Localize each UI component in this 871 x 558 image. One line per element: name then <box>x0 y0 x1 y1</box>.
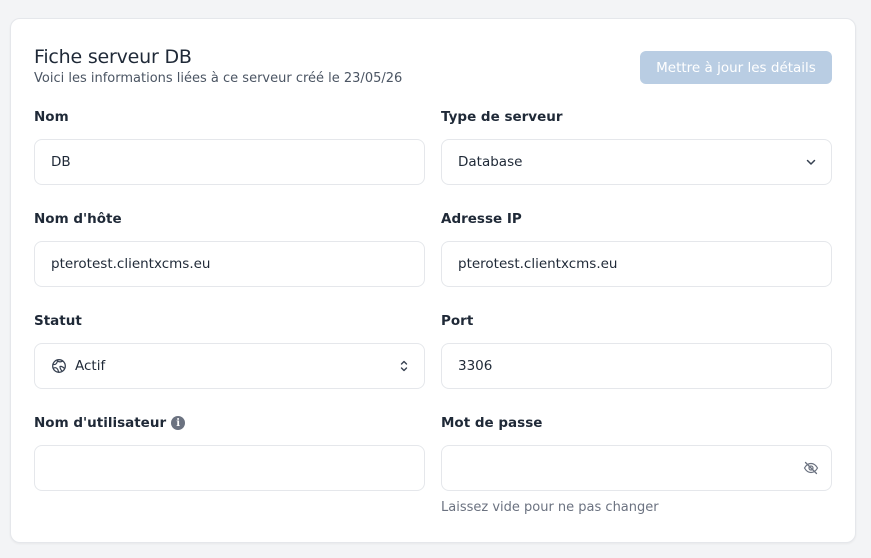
password-label-text: Mot de passe <box>441 415 543 431</box>
password-hint: Laissez vide pour ne pas changer <box>441 500 659 515</box>
status-select[interactable]: Actif <box>34 343 425 389</box>
username-label-text: Nom d'utilisateur <box>34 415 167 431</box>
server-type-label-text: Type de serveur <box>441 109 563 125</box>
username-label: Nom d'utilisateur i <box>34 415 186 431</box>
page-subtitle: Voici les informations liées à ce serveu… <box>34 71 403 86</box>
name-input[interactable]: DB <box>34 139 425 185</box>
server-type-label: Type de serveur <box>441 109 563 125</box>
status-value: Actif <box>75 358 106 374</box>
name-label-text: Nom <box>34 109 69 125</box>
server-type-select[interactable]: Database <box>441 139 832 185</box>
server-type-value: Database <box>458 154 523 170</box>
name-label: Nom <box>34 109 69 125</box>
ip-address-input[interactable]: pterotest.clientxcms.eu <box>441 241 832 287</box>
status-label-text: Statut <box>34 313 82 329</box>
port-label-text: Port <box>441 313 474 329</box>
port-value: 3306 <box>458 358 493 374</box>
password-input[interactable] <box>441 445 832 491</box>
hostname-label-text: Nom d'hôte <box>34 211 122 227</box>
ip-address-label: Adresse IP <box>441 211 522 227</box>
chevron-up-down-icon <box>398 360 410 372</box>
eye-slash-icon[interactable] <box>803 461 819 475</box>
update-details-button[interactable]: Mettre à jour les détails <box>640 51 832 84</box>
hostname-label: Nom d'hôte <box>34 211 122 227</box>
username-input[interactable] <box>34 445 425 491</box>
ip-address-label-text: Adresse IP <box>441 211 522 227</box>
chevron-down-icon <box>805 156 817 168</box>
status-label: Statut <box>34 313 82 329</box>
hostname-value: pterotest.clientxcms.eu <box>51 256 211 272</box>
name-value: DB <box>51 154 71 170</box>
password-label: Mot de passe <box>441 415 542 431</box>
port-input[interactable]: 3306 <box>441 343 832 389</box>
globe-icon <box>51 358 67 374</box>
info-icon[interactable]: i <box>171 416 186 430</box>
ip-address-value: pterotest.clientxcms.eu <box>458 256 618 272</box>
hostname-input[interactable]: pterotest.clientxcms.eu <box>34 241 425 287</box>
page-title: Fiche serveur DB <box>34 46 192 68</box>
port-label: Port <box>441 313 473 329</box>
